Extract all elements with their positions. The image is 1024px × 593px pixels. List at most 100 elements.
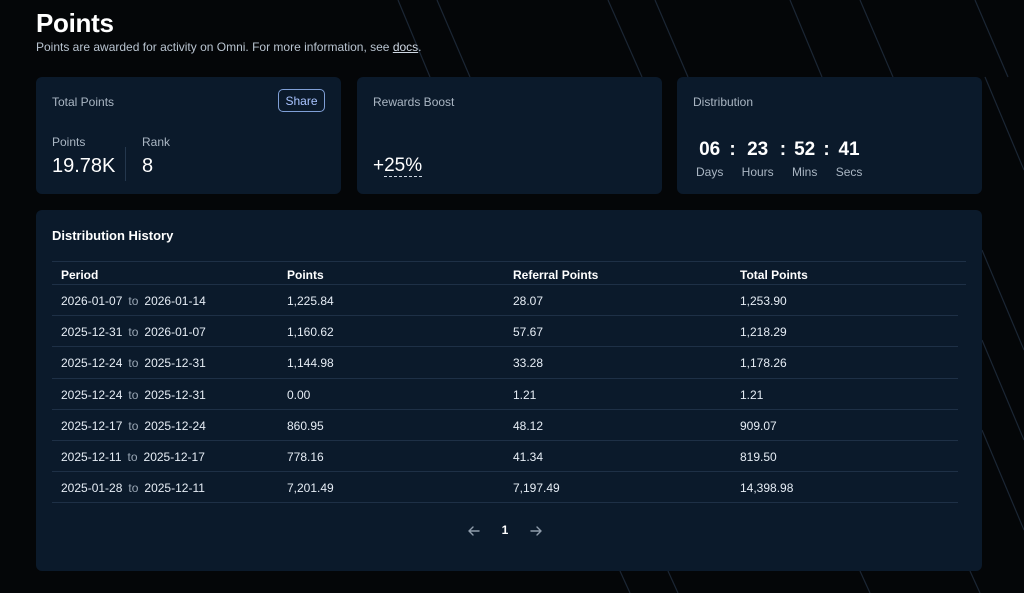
cell-referral-points: 1.21 <box>513 387 537 402</box>
rewards-boost-value: +25% <box>373 155 423 177</box>
period-separator: to <box>128 387 139 402</box>
period-start: 2025-12-11 <box>61 449 122 464</box>
table-row: 2026-01-07 to 2026-01-14 1,225.84 28.07 1,253… <box>52 285 958 317</box>
countdown-days: 06 Days <box>696 139 723 179</box>
period-end: 2025-12-24 <box>144 418 206 433</box>
period-start: 2025-12-24 <box>61 387 123 402</box>
subtitle-text: Points are awarded for activity on Omni.… <box>36 40 393 54</box>
countdown-separator: : <box>729 139 736 160</box>
period-end: 2025-12-11 <box>144 481 205 496</box>
page-subtitle: Points are awarded for activity on Omni.… <box>36 40 422 54</box>
period-start: 2026-01-07 <box>61 294 123 308</box>
cell-referral-points: 48.12 <box>513 418 544 433</box>
countdown-hours: 23 Hours <box>742 139 774 179</box>
period-separator: to <box>128 356 139 371</box>
period-separator: to <box>128 418 139 433</box>
rank-value: 8 <box>142 155 154 177</box>
period-start: 2025-12-31 <box>61 325 123 340</box>
points-label: Points <box>52 135 86 149</box>
countdown-mins-value: 52 <box>794 139 816 160</box>
countdown-secs: 41 Secs <box>836 139 863 179</box>
countdown-separator: : <box>779 139 787 160</box>
cell-period: 2025-12-24 to 2025-12-31 <box>61 388 206 402</box>
total-points-label: Total Points <box>52 95 115 109</box>
page-number-current[interactable]: 1 <box>497 523 513 537</box>
period-start: 2025-12-24 <box>61 356 123 371</box>
table-row: 2025-12-11 to 2025-12-17 778.16 41.34 819.50 <box>52 441 958 473</box>
column-header-total-points: Total Points <box>740 268 808 282</box>
period-separator: to <box>128 294 139 308</box>
rewards-boost-card: Rewards Boost +25% <box>357 77 662 194</box>
points-value: 19.78K <box>52 155 116 177</box>
cell-total-points: 909.07 <box>740 418 777 433</box>
period-separator: to <box>128 481 139 496</box>
column-header-period: Period <box>61 268 99 282</box>
countdown-mins-label: Mins <box>792 165 818 179</box>
period-start: 2025-01-28 <box>61 481 123 496</box>
period-separator: to <box>128 325 139 340</box>
cell-period: 2025-12-31 to 2026-01-07 <box>61 325 206 339</box>
table-row: 2025-12-24 to 2025-12-31 0.00 1.21 1.21 <box>52 379 958 410</box>
period-separator: to <box>127 449 138 464</box>
distribution-history-card: Distribution History Period Points Refer… <box>36 210 982 571</box>
cell-referral-points: 41.34 <box>513 449 544 464</box>
period-end: 2025-12-31 <box>144 387 206 402</box>
period-end: 2025-12-31 <box>144 356 206 371</box>
cell-period: 2025-12-24 to 2025-12-31 <box>61 356 206 370</box>
table-row: 2025-12-17 to 2025-12-24 860.95 48.12 909.07 <box>52 410 958 441</box>
countdown-hours-value: 23 <box>747 139 769 160</box>
cell-referral-points: 7,197.49 <box>513 481 560 496</box>
arrow-left-icon[interactable] <box>463 520 485 542</box>
cell-period: 2025-12-17 to 2025-12-24 <box>61 419 206 433</box>
cell-period: 2025-01-28 to 2025-12-11 <box>61 481 205 495</box>
pagination: 1 <box>36 520 982 542</box>
table-row: 2025-12-24 to 2025-12-31 1,144.98 33.28 1,178… <box>52 347 958 379</box>
period-end: 2026-01-14 <box>144 294 206 308</box>
cell-points: 860.95 <box>287 418 324 433</box>
total-points-card: Total Points Share Points 19.78K Rank 8 <box>36 77 341 194</box>
stat-divider <box>125 147 126 181</box>
share-button[interactable]: Share <box>278 89 325 112</box>
countdown-secs-label: Secs <box>835 165 863 179</box>
column-header-points: Points <box>287 268 324 282</box>
distribution-history-table: Period Points Referral Points Total Poin… <box>52 261 966 504</box>
boost-sign: + <box>373 155 385 176</box>
cell-points: 1,225.84 <box>287 294 334 308</box>
period-end: 2026-01-07 <box>144 325 206 340</box>
cell-points: 7,201.49 <box>287 481 334 496</box>
distribution-card: Distribution 06 Days : 23 Hours : 52 Min… <box>677 77 982 194</box>
cell-total-points: 1,178.26 <box>740 356 787 371</box>
docs-link[interactable]: docs <box>393 40 418 54</box>
cell-total-points: 14,398.98 <box>740 481 794 496</box>
cell-total-points: 1.21 <box>740 387 764 402</box>
countdown-mins: 52 Mins <box>792 139 817 179</box>
cell-referral-points: 28.07 <box>513 294 544 308</box>
cell-points: 1,160.62 <box>287 325 334 340</box>
cell-period: 2025-12-11 to 2025-12-17 <box>61 450 205 464</box>
cell-referral-points: 33.28 <box>513 356 544 371</box>
cell-total-points: 819.50 <box>740 449 777 464</box>
table-row: 2025-01-28 to 2025-12-11 7,201.49 7,197.49 14… <box>52 472 958 504</box>
cell-points: 778.16 <box>287 449 324 464</box>
column-header-referral-points: Referral Points <box>513 268 599 282</box>
period-start: 2025-12-17 <box>61 418 123 433</box>
countdown-days-label: Days <box>696 165 724 179</box>
distribution-countdown: 06 Days : 23 Hours : 52 Mins : 41 Secs <box>696 139 862 179</box>
rewards-boost-label: Rewards Boost <box>373 95 455 109</box>
period-end: 2025-12-17 <box>143 449 205 464</box>
cell-period: 2026-01-07 to 2026-01-14 <box>61 294 206 308</box>
subtitle-period: . <box>418 40 422 54</box>
rank-label: Rank <box>142 135 171 149</box>
cell-total-points: 1,253.90 <box>740 294 787 308</box>
distribution-history-title: Distribution History <box>52 228 174 243</box>
table-row: 2025-12-31 to 2026-01-07 1,160.62 57.67 1,218… <box>52 316 958 348</box>
arrow-right-icon[interactable] <box>525 520 547 542</box>
countdown-separator: : <box>823 139 830 160</box>
cell-total-points: 1,218.29 <box>740 325 787 340</box>
table-header: Period Points Referral Points Total Poin… <box>52 261 966 285</box>
countdown-hours-label: Hours <box>741 165 774 179</box>
distribution-label: Distribution <box>693 95 754 109</box>
cell-points: 1,144.98 <box>287 356 334 371</box>
table-body: 2026-01-07 to 2026-01-14 1,225.84 28.07 1,253… <box>52 285 966 504</box>
boost-percent[interactable]: 25% <box>384 155 423 177</box>
